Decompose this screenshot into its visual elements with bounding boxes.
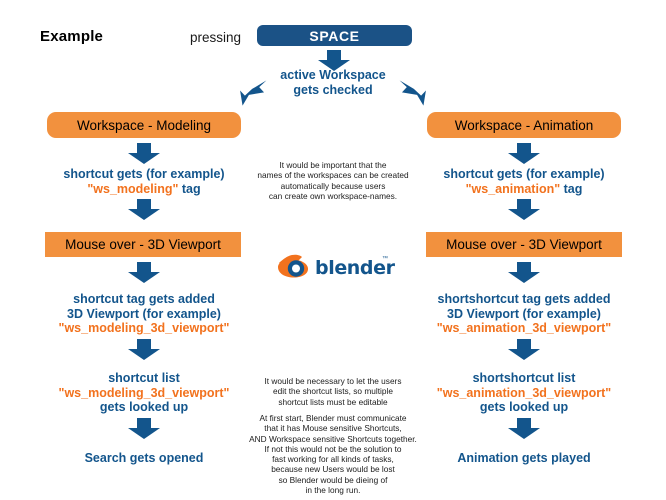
diagram-canvas: Example pressing SPACE active Workspace …	[0, 0, 666, 500]
left-arrow-5	[127, 418, 161, 440]
left-arrow-3	[127, 262, 161, 284]
page-title: Example	[40, 28, 104, 45]
active-workspace-line1: active Workspace	[280, 68, 386, 82]
blender-trademark: ™	[382, 256, 388, 262]
right-result-text: Animation gets played	[457, 451, 591, 465]
right-shortcut-gets-suffix: tag	[560, 181, 583, 196]
left-tag-added-line2: 3D Viewport (for example)	[67, 306, 221, 321]
right-arrow-2	[507, 199, 541, 221]
right-list-line1: shortshortcut list	[472, 371, 576, 385]
left-shortcut-gets-line1: shortcut gets (for example)	[63, 167, 225, 181]
left-shortcut-gets-suffix: tag	[178, 181, 201, 196]
pressing-label: pressing	[190, 30, 242, 45]
left-shortcut-gets-tag: "ws_modeling"	[87, 181, 179, 196]
left-mouse-over-box[interactable]: Mouse over - 3D Viewport	[45, 232, 241, 257]
left-shortcut-gets-line2: "ws_modeling" tag	[19, 182, 269, 197]
right-tag-added-text: shortshortcut tag gets added 3D Viewport…	[399, 292, 649, 336]
blender-logo: blender ™	[277, 253, 395, 283]
right-shortcut-list-text: shortshortcut list "ws_animation_3d_view…	[399, 371, 649, 415]
right-arrow-1	[507, 143, 541, 165]
active-workspace-text: active Workspace gets checked	[268, 68, 398, 97]
left-list-tag: "ws_modeling_3d_viewport"	[58, 385, 230, 400]
arrow-diagonal-right	[397, 78, 427, 108]
right-list-line3: gets looked up	[479, 400, 569, 414]
left-arrow-2	[127, 199, 161, 221]
arrow-diagonal-left	[239, 78, 269, 108]
right-tag-added-tag: "ws_animation_3d_viewport"	[436, 321, 612, 335]
right-arrow-4	[507, 339, 541, 361]
left-list-line1: shortcut list	[108, 371, 180, 385]
left-list-line3: gets looked up	[99, 400, 189, 414]
right-arrow-3	[507, 262, 541, 284]
right-workspace-box[interactable]: Workspace - Animation	[427, 112, 621, 138]
left-shortcut-list-text: shortcut list "ws_modeling_3d_viewport" …	[19, 371, 269, 415]
note-editable-lists: It would be necessary to let the users e…	[264, 376, 402, 407]
note-workspace-names: It would be important that the names of …	[257, 160, 409, 201]
left-workspace-box[interactable]: Workspace - Modeling	[47, 112, 241, 138]
right-list-tag: "ws_animation_3d_viewport"	[436, 385, 612, 400]
right-shortcut-gets-line1: shortcut gets (for example)	[443, 167, 605, 181]
left-arrow-1	[127, 143, 161, 165]
left-result-text: Search gets opened	[84, 451, 204, 465]
right-mouse-over-box[interactable]: Mouse over - 3D Viewport	[426, 232, 622, 257]
left-tag-added-line1: shortcut tag gets added	[73, 292, 215, 306]
right-tag-added-line1: shortshortcut tag gets added	[437, 292, 611, 306]
right-tag-added-line2: 3D Viewport (for example)	[447, 306, 601, 321]
left-tag-added-tag: "ws_modeling_3d_viewport"	[58, 321, 230, 335]
blender-logo-mark	[278, 254, 308, 278]
right-arrow-5	[507, 418, 541, 440]
right-shortcut-gets-text: shortcut gets (for example) "ws_animatio…	[399, 167, 649, 196]
left-arrow-4	[127, 339, 161, 361]
right-shortcut-gets-line2: "ws_animation" tag	[399, 182, 649, 197]
left-tag-added-text: shortcut tag gets added 3D Viewport (for…	[19, 292, 269, 336]
active-workspace-line2: gets checked	[293, 82, 373, 97]
left-shortcut-gets-text: shortcut gets (for example) "ws_modeling…	[19, 167, 269, 196]
right-shortcut-gets-tag: "ws_animation"	[465, 181, 561, 196]
note-first-start: At first start, Blender must communicate…	[249, 413, 417, 496]
space-key-button[interactable]: SPACE	[257, 25, 412, 46]
